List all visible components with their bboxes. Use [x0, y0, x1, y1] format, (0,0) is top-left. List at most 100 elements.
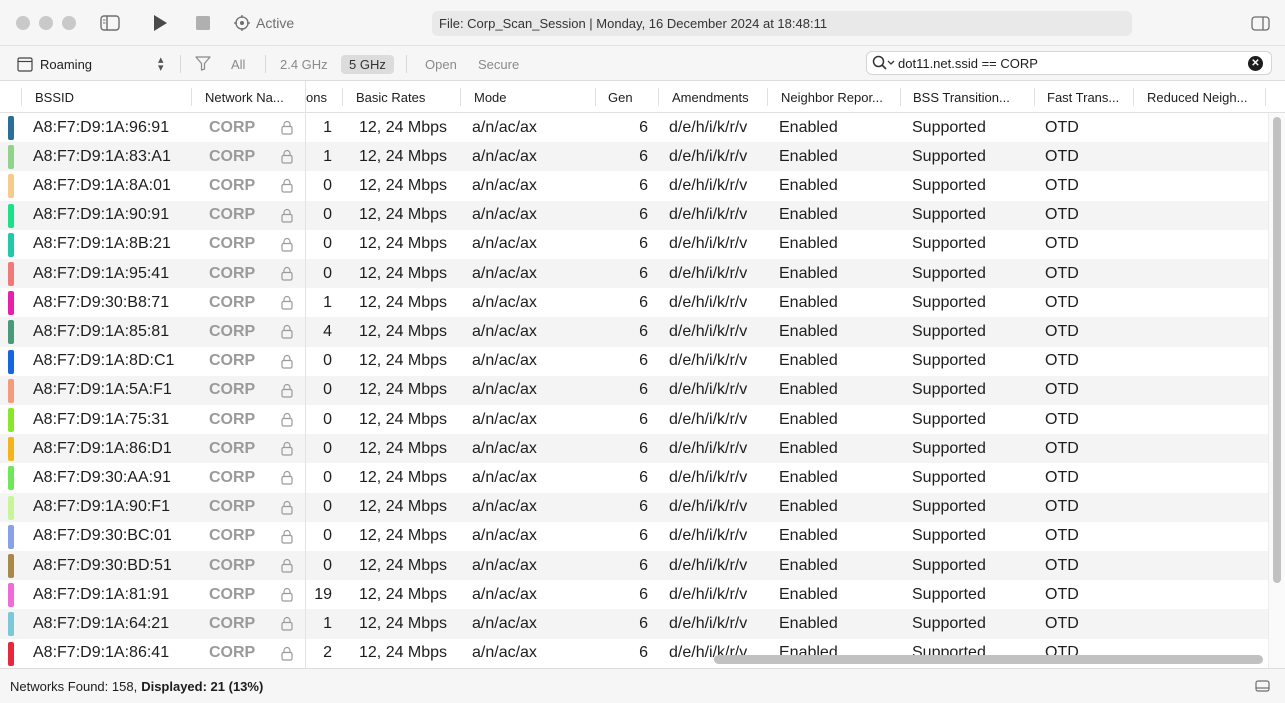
column-header-reduced-neighbor[interactable]: Reduced Neigh... — [1147, 81, 1259, 113]
clear-search-icon[interactable]: ✕ — [1248, 56, 1263, 71]
search-input[interactable] — [898, 55, 1238, 71]
column-header-connections[interactable]: ons — [306, 81, 336, 113]
vertical-scrollbar[interactable] — [1268, 113, 1285, 668]
table-row[interactable]: A8:F7:D9:1A:8D:C1 CORP 0 12, 24 Mbps a/n/ac/… — [0, 347, 1268, 376]
table-row[interactable]: A8:F7:D9:1A:8A:01 CORP 0 12, 24 Mbps a/n/ac/… — [0, 171, 1268, 200]
cell-network-name: CORP — [209, 410, 256, 428]
column-header-gen[interactable]: Gen — [608, 81, 634, 113]
capture-status[interactable]: Active — [234, 14, 294, 32]
cell-connections: 0 — [323, 206, 332, 224]
table-row[interactable]: A8:F7:D9:1A:83:A1 CORP 1 12, 24 Mbps a/n/ac/… — [0, 142, 1268, 172]
table-row[interactable]: A8:F7:D9:30:BD:51 CORP 0 12, 24 Mbps a/n/ac/… — [0, 551, 1268, 581]
column-divider — [767, 88, 768, 106]
chip-secure[interactable]: Secure — [470, 55, 527, 74]
column-header-basic-rates[interactable]: Basic Rates — [356, 81, 456, 113]
cell-basic-rates: 12, 24 Mbps — [359, 176, 448, 194]
cell-mode: a/n/ac/ax — [472, 468, 537, 486]
table-row[interactable]: A8:F7:D9:1A:86:D1 CORP 0 12, 24 Mbps a/n/ac/… — [0, 434, 1268, 464]
cell-fast-transition: OTD — [1045, 293, 1079, 311]
column-header-bssid[interactable]: BSSID — [35, 81, 185, 113]
chip-5ghz[interactable]: 5 GHz — [341, 55, 394, 74]
cell-connections: 1 — [323, 118, 332, 136]
cell-bssid: A8:F7:D9:1A:90:F1 — [33, 498, 170, 516]
table-row[interactable]: A8:F7:D9:1A:75:31 CORP 0 12, 24 Mbps a/n/ac/… — [0, 405, 1268, 434]
mode-select[interactable]: Roaming ▴ ▾ — [17, 54, 173, 74]
column-divider — [191, 88, 192, 106]
cell-basic-rates: 12, 24 Mbps — [359, 439, 448, 457]
cell-bssid: A8:F7:D9:30:BC:01 — [33, 527, 172, 545]
table-row[interactable]: A8:F7:D9:1A:64:21 CORP 1 12, 24 Mbps a/n/ac/… — [0, 609, 1268, 639]
lock-icon — [281, 347, 295, 376]
column-header-mode[interactable]: Mode — [474, 81, 584, 113]
table-row[interactable]: A8:F7:D9:30:BC:01 CORP 0 12, 24 Mbps a/n/ac/… — [0, 522, 1268, 551]
inspector-toggle-icon[interactable] — [1249, 11, 1271, 35]
chip-all[interactable]: All — [223, 55, 253, 74]
search-icon[interactable] — [872, 55, 896, 74]
lock-icon — [281, 580, 295, 609]
table-row[interactable]: A8:F7:D9:1A:85:81 CORP 4 12, 24 Mbps a/n/ac/… — [0, 317, 1268, 347]
cell-connections: 0 — [323, 439, 332, 457]
cell-network-name: CORP — [209, 614, 256, 632]
close-window-button[interactable] — [16, 16, 30, 30]
table-row[interactable]: A8:F7:D9:1A:95:41 CORP 0 12, 24 Mbps a/n/ac/… — [0, 259, 1268, 289]
cell-gen: 6 — [639, 293, 648, 311]
bottom-panel-toggle-icon[interactable] — [1255, 680, 1270, 695]
cell-bss-transition: Supported — [912, 498, 986, 516]
table-row[interactable]: A8:F7:D9:1A:81:91 CORP 19 12, 24 Mbps a/n/ac… — [0, 580, 1268, 609]
vertical-scroll-thumb[interactable] — [1273, 117, 1281, 583]
column-divider — [658, 88, 659, 106]
sidebar-toggle-icon[interactable] — [98, 11, 122, 35]
cell-basic-rates: 12, 24 Mbps — [359, 118, 448, 136]
cell-gen: 6 — [639, 264, 648, 282]
cell-basic-rates: 12, 24 Mbps — [359, 264, 448, 282]
column-header-fast-transition[interactable]: Fast Trans... — [1047, 81, 1127, 113]
cell-neighbor-report: Enabled — [779, 264, 838, 282]
cell-bssid: A8:F7:D9:1A:8B:21 — [33, 235, 171, 253]
cell-bss-transition: Supported — [912, 585, 986, 603]
column-header-neighbor-report[interactable]: Neighbor Repor... — [781, 81, 893, 113]
cell-mode: a/n/ac/ax — [472, 644, 537, 662]
cell-network-name: CORP — [209, 556, 256, 574]
chip-2-4ghz[interactable]: 2.4 GHz — [272, 55, 336, 74]
chip-open[interactable]: Open — [417, 55, 465, 74]
table-row[interactable]: A8:F7:D9:30:AA:91 CORP 0 12, 24 Mbps a/n/ac/… — [0, 463, 1268, 492]
column-header-bss-transition[interactable]: BSS Transition... — [913, 81, 1025, 113]
cell-gen: 6 — [639, 352, 648, 370]
table-row[interactable]: A8:F7:D9:1A:90:91 CORP 0 12, 24 Mbps a/n/ac/… — [0, 200, 1268, 230]
cell-amendments: d/e/h/i/k/r/v — [669, 585, 748, 603]
cell-gen: 6 — [639, 614, 648, 632]
cell-basic-rates: 12, 24 Mbps — [359, 644, 448, 662]
horizontal-scroll-thumb[interactable] — [714, 655, 1263, 664]
cell-bssid: A8:F7:D9:1A:95:41 — [33, 264, 170, 282]
color-swatch — [8, 437, 14, 462]
lock-icon — [281, 405, 295, 434]
cell-connections: 0 — [323, 468, 332, 486]
table-row[interactable]: A8:F7:D9:1A:8B:21 CORP 0 12, 24 Mbps a/n/ac/… — [0, 230, 1268, 259]
cell-gen: 6 — [639, 410, 648, 428]
cell-connections: 0 — [323, 410, 332, 428]
column-header-network-name[interactable]: Network Na... — [205, 81, 297, 113]
cell-bss-transition: Supported — [912, 410, 986, 428]
table-row[interactable]: A8:F7:D9:1A:90:F1 CORP 0 12, 24 Mbps a/n/ac/… — [0, 492, 1268, 522]
cell-amendments: d/e/h/i/k/r/v — [669, 556, 748, 574]
column-divider — [1034, 88, 1035, 106]
stop-icon[interactable] — [191, 11, 215, 35]
column-divider — [460, 88, 461, 106]
zoom-window-button[interactable] — [62, 16, 76, 30]
table-row[interactable]: A8:F7:D9:1A:5A:F1 CORP 0 12, 24 Mbps a/n/ac/… — [0, 375, 1268, 405]
cell-neighbor-report: Enabled — [779, 206, 838, 224]
minimize-window-button[interactable] — [39, 16, 53, 30]
filter-icon[interactable] — [195, 56, 211, 76]
cell-mode: a/n/ac/ax — [472, 235, 537, 253]
frozen-column-divider — [305, 81, 306, 668]
table-row[interactable]: A8:F7:D9:30:B8:71 CORP 1 12, 24 Mbps a/n/ac/… — [0, 288, 1268, 317]
table-row[interactable]: A8:F7:D9:1A:96:91 CORP 1 12, 24 Mbps a/n/ac/… — [0, 113, 1268, 142]
cell-neighbor-report: Enabled — [779, 614, 838, 632]
network-table[interactable]: A8:F7:D9:1A:96:91 CORP 1 12, 24 Mbps a/n/ac/… — [0, 113, 1268, 668]
search-field[interactable]: ✕ — [866, 51, 1272, 75]
updown-chevron-icon: ▴ ▾ — [158, 54, 164, 74]
column-header-amendments[interactable]: Amendments — [672, 81, 762, 113]
column-divider — [1133, 88, 1134, 106]
cell-gen: 6 — [639, 322, 648, 340]
play-icon[interactable] — [148, 11, 172, 35]
